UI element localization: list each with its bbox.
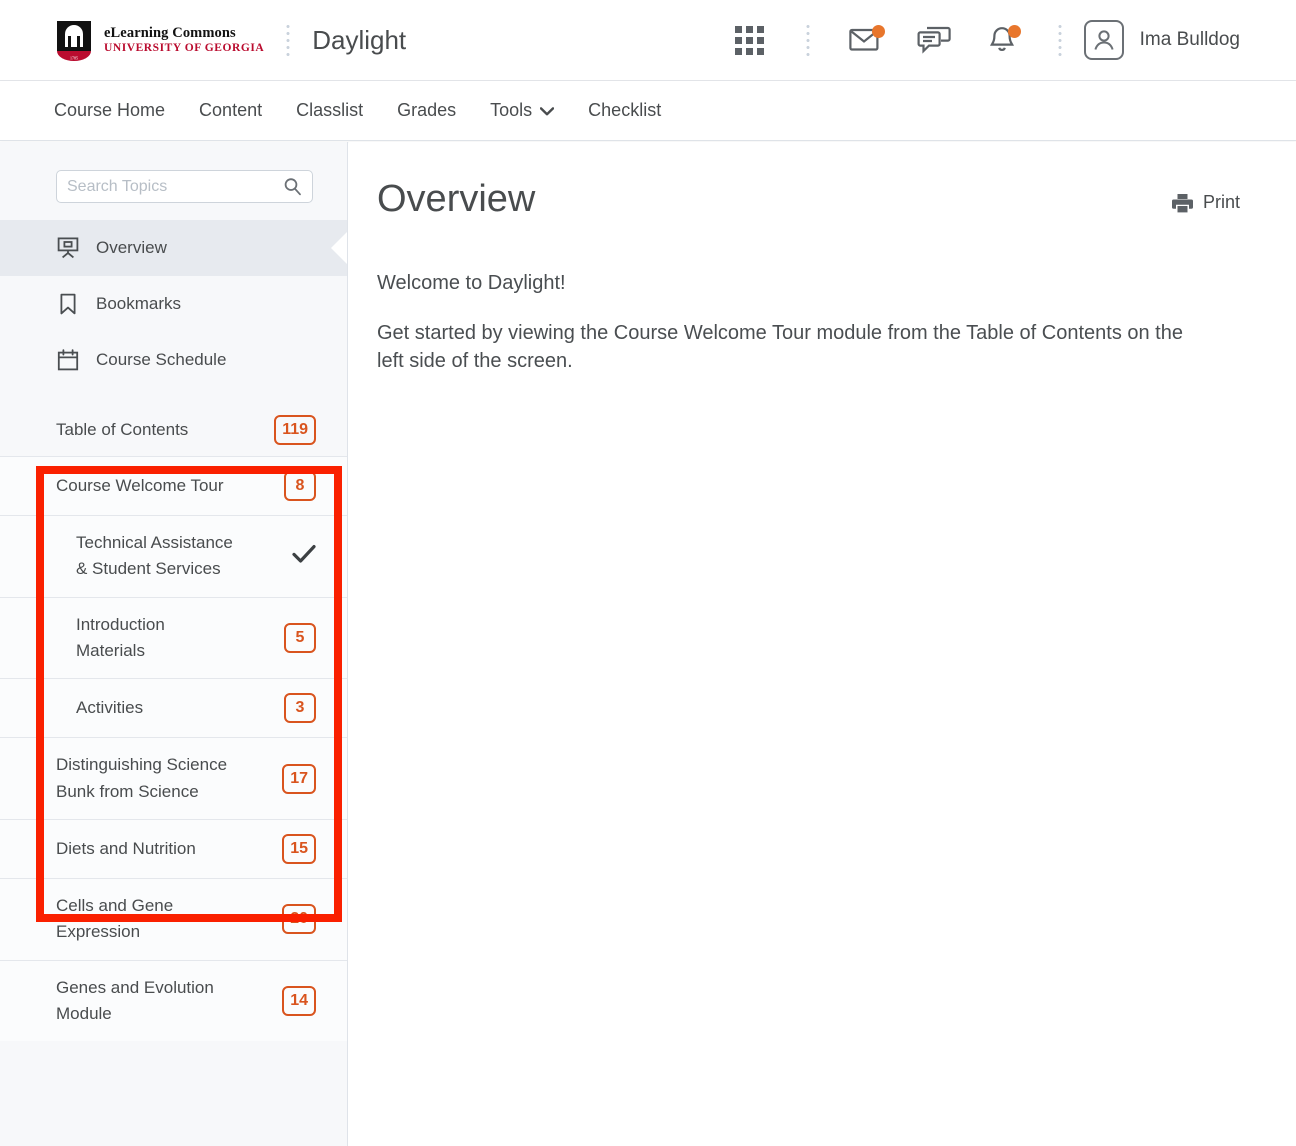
body-paragraph: Get started by viewing the Course Welcom… bbox=[377, 322, 1183, 373]
header-actions-divider-dots bbox=[805, 23, 810, 57]
module-label: Introduction Materials bbox=[76, 614, 165, 661]
module-row[interactable]: Cells and Gene Expression 20 bbox=[0, 878, 347, 960]
nav-item-label: Content bbox=[199, 100, 263, 120]
module-list: Course Welcome Tour 8 Technical Assistance… bbox=[0, 456, 347, 1042]
module-count-badge: 5 bbox=[284, 623, 316, 654]
module-row[interactable]: Distinguishing Science Bunk from Science… bbox=[0, 737, 347, 820]
user-avatar-icon bbox=[1094, 30, 1114, 50]
page-title: Overview bbox=[377, 178, 536, 220]
notifications-unread-badge bbox=[1007, 25, 1021, 38]
chevron-down-icon bbox=[539, 100, 555, 121]
module-row[interactable]: Technical Assistance & Student Services bbox=[0, 515, 347, 597]
user-menu[interactable]: Ima Bulldog bbox=[1083, 20, 1240, 60]
sidebar-item-bookmarks[interactable]: Bookmarks bbox=[0, 276, 347, 332]
notifications-button[interactable] bbox=[980, 18, 1024, 62]
sidebar-item-label: Bookmarks bbox=[96, 294, 182, 313]
module-label: Technical Assistance & Student Services bbox=[76, 533, 233, 579]
search-input[interactable] bbox=[67, 177, 283, 196]
module-count-badge: 14 bbox=[282, 986, 316, 1017]
subscriptions-button[interactable] bbox=[912, 18, 956, 62]
waffle-grid-button[interactable] bbox=[728, 18, 772, 62]
search-icon[interactable] bbox=[283, 177, 302, 196]
email-button[interactable] bbox=[844, 18, 888, 62]
nav-item-course-home[interactable]: Course Home bbox=[54, 100, 165, 121]
bookmark-icon bbox=[56, 292, 84, 316]
module-label: Diets and Nutrition bbox=[56, 838, 196, 858]
sidebar-links: Overview Bookmarks Course Schedule bbox=[0, 220, 347, 388]
table-of-contents-header[interactable]: Table of Contents 119 bbox=[0, 404, 347, 456]
search-topics-wrap bbox=[0, 142, 347, 203]
module-count-badge: 20 bbox=[282, 904, 316, 935]
main-header-row: Overview Print bbox=[377, 178, 1240, 221]
header-divider-dots bbox=[286, 23, 291, 57]
content-sidebar: Overview Bookmarks Course Schedule Table o… bbox=[0, 142, 348, 1146]
module-label: Activities bbox=[76, 698, 144, 718]
nav-item-label: Tools bbox=[490, 100, 533, 120]
nav-item-label: Course Home bbox=[54, 100, 166, 120]
svg-text:1785: 1785 bbox=[70, 55, 78, 60]
module-count-badge: 17 bbox=[282, 763, 316, 794]
header-actions: Ima Bulldog bbox=[716, 18, 1240, 62]
uga-arch-logo-icon: 1785 bbox=[54, 17, 94, 64]
user-divider-dots bbox=[1057, 23, 1062, 57]
nav-item-label: Checklist bbox=[588, 100, 662, 120]
calendar-icon bbox=[56, 348, 84, 372]
sidebar-item-label: Course Schedule bbox=[96, 350, 227, 369]
nav-item-grades[interactable]: Grades bbox=[397, 100, 456, 121]
table-of-contents-label: Table of Contents bbox=[56, 420, 189, 439]
module-row[interactable]: Course Welcome Tour 8 bbox=[0, 456, 347, 515]
module-count-badge: 3 bbox=[284, 693, 316, 724]
email-unread-badge bbox=[871, 25, 885, 38]
module-label: Course Welcome Tour bbox=[56, 475, 224, 495]
printer-icon bbox=[1171, 193, 1193, 212]
module-label: Genes and Evolution Module bbox=[56, 977, 214, 1024]
chat-bubble-icon bbox=[917, 26, 951, 54]
user-name-label: Ima Bulldog bbox=[1139, 29, 1240, 50]
welcome-heading: Welcome to Daylight! bbox=[377, 272, 566, 294]
app-window: 1785 eLearning Commons UNIVERSITY OF GEO… bbox=[0, 0, 1296, 1146]
print-label: Print bbox=[1202, 192, 1240, 212]
module-count-badge: 8 bbox=[284, 471, 316, 501]
top-header-bar: 1785 eLearning Commons UNIVERSITY OF GEO… bbox=[0, 0, 1296, 81]
table-of-contents-count-badge: 119 bbox=[274, 415, 316, 445]
print-button[interactable]: Print bbox=[1171, 192, 1240, 213]
main-content: Overview Print Welcome to Daylight! Get … bbox=[349, 142, 1296, 1146]
module-row[interactable]: Activities 3 bbox=[0, 678, 347, 738]
module-row[interactable]: Diets and Nutrition 15 bbox=[0, 819, 347, 879]
presentation-screen-icon bbox=[56, 236, 84, 260]
course-nav-bar: Course Home Content Classlist Grades Tools Ch… bbox=[0, 81, 1296, 141]
search-topics-box[interactable] bbox=[56, 170, 313, 203]
sidebar-item-course-schedule[interactable]: Course Schedule bbox=[0, 332, 347, 388]
nav-item-content[interactable]: Content bbox=[199, 100, 262, 121]
brand-name-primary: eLearning Commons bbox=[104, 24, 236, 41]
avatar bbox=[1083, 20, 1124, 60]
module-row[interactable]: Genes and Evolution Module 14 bbox=[0, 959, 347, 1042]
module-label: Cells and Gene Expression bbox=[56, 896, 174, 942]
nav-item-label: Classlist bbox=[296, 100, 364, 120]
brand-name-secondary: UNIVERSITY OF GEORGIA bbox=[104, 42, 265, 55]
module-label: Distinguishing Science Bunk from Science bbox=[56, 755, 228, 801]
completed-check-icon bbox=[292, 544, 316, 568]
nav-item-tools[interactable]: Tools bbox=[490, 100, 555, 121]
brand-logo[interactable]: 1785 eLearning Commons UNIVERSITY OF GEO… bbox=[54, 17, 264, 64]
waffle-grid-icon bbox=[735, 25, 765, 55]
course-title: Daylight bbox=[312, 24, 407, 55]
module-count-badge: 15 bbox=[282, 834, 316, 865]
sidebar-item-label: Overview bbox=[96, 238, 167, 257]
module-row[interactable]: Introduction Materials 5 bbox=[0, 596, 347, 679]
nav-item-classlist[interactable]: Classlist bbox=[296, 100, 363, 121]
nav-item-checklist[interactable]: Checklist bbox=[588, 100, 661, 121]
sidebar-item-overview[interactable]: Overview bbox=[0, 220, 347, 276]
nav-item-label: Grades bbox=[397, 100, 457, 120]
